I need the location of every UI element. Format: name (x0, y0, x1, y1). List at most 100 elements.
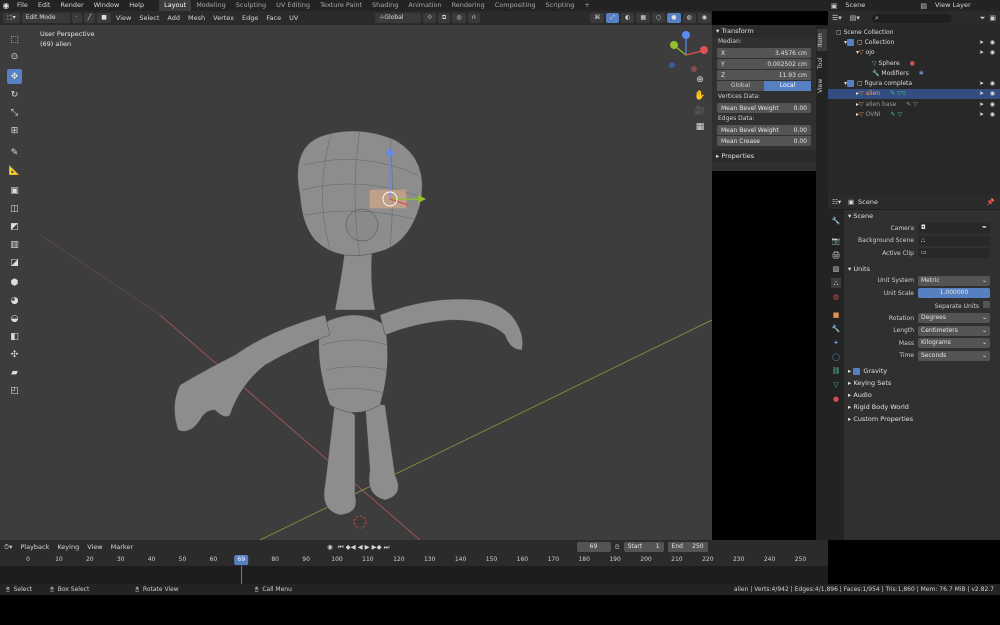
data-props-icon[interactable]: ▽ (831, 380, 841, 390)
rigid-body-world-section-header[interactable]: ▸ Rigid Body World (844, 401, 1000, 413)
shear-tool-icon[interactable]: ▰ (7, 365, 22, 380)
length-dropdown[interactable]: Centimeters ⌄ (918, 325, 990, 336)
shading-material-icon[interactable]: ◍ (682, 13, 696, 23)
select-arrow-icon[interactable]: ➤ (979, 49, 984, 56)
gravity-checkbox[interactable] (853, 367, 861, 375)
tab-sculpting[interactable]: Sculpting (231, 0, 271, 11)
tab-rendering[interactable]: Rendering (447, 0, 490, 11)
rotate-tool-icon[interactable]: ↻ (7, 87, 22, 102)
extrude-tool-icon[interactable]: ▣ (7, 183, 22, 198)
play-icon[interactable]: ▶ (364, 540, 371, 554)
next-keyframe-icon[interactable]: ▶◆ (371, 540, 383, 554)
global-button[interactable]: Global (717, 81, 764, 91)
outliner-row-ovni[interactable]: ▸ ▽ OVNI ✎ ▽ ➤ ◉ (828, 109, 1000, 119)
menu-help[interactable]: Help (124, 0, 149, 11)
keying-sets-section-header[interactable]: ▸ Keying Sets (844, 377, 1000, 389)
material-props-icon[interactable]: ● (831, 394, 841, 404)
menu-playback[interactable]: Playback (16, 540, 53, 554)
knife-tool-icon[interactable]: ◪ (7, 255, 22, 270)
bevel-tool-icon[interactable]: ◩ (7, 219, 22, 234)
prev-keyframe-icon[interactable]: ◆◀ (345, 540, 357, 554)
timeline-editor-icon[interactable]: ⏱▾ (0, 540, 16, 554)
shading-solid-icon[interactable]: ● (667, 13, 681, 23)
tab-compositing[interactable]: Compositing (490, 0, 541, 11)
editor-type-icon[interactable]: ☷▾ (832, 198, 841, 206)
world-props-icon[interactable]: ◍ (831, 292, 841, 302)
particles-props-icon[interactable]: ✦ (831, 338, 841, 348)
background-scene-field[interactable]: ⛬ (918, 235, 990, 246)
select-arrow-icon[interactable]: ➤ (979, 90, 984, 97)
outliner-row-sphere[interactable]: ▽ Sphere ● (828, 58, 1000, 68)
menu-face[interactable]: Face (262, 11, 285, 25)
3d-viewport[interactable]: User Perspective (69) alien ⊕ ✋ 🎥 ▦ (0, 25, 712, 540)
playhead-line[interactable] (241, 566, 243, 584)
snap-icon[interactable]: ⧉ (438, 13, 451, 23)
tab-tool[interactable]: Tool (817, 53, 827, 73)
tab-layout[interactable]: Layout (159, 0, 192, 11)
gravity-section-header[interactable]: ▸ Gravity (844, 365, 1000, 377)
select-box-tool-icon[interactable]: ⬚ (7, 32, 22, 47)
pan-hand-icon[interactable]: ✋ (694, 89, 706, 105)
output-props-icon[interactable]: 🖨 (831, 250, 841, 260)
include-checkbox[interactable] (847, 38, 855, 46)
new-collection-icon[interactable]: ▣ (989, 14, 996, 22)
tab-uv-editing[interactable]: UV Editing (271, 0, 315, 11)
select-vertex-mode-button[interactable]: · (71, 13, 82, 23)
shading-rendered-icon[interactable]: ◉ (697, 13, 711, 23)
edge-slide-tool-icon[interactable]: ◧ (7, 329, 22, 344)
cursor-tool-icon[interactable]: ⊙ (7, 49, 22, 64)
eye-icon[interactable]: ◉ (990, 90, 995, 97)
menu-uv[interactable]: UV (285, 11, 302, 25)
outliner-row-alien[interactable]: ▸ ▽ alien ✎ ▽▽ ➤ ◉ (828, 88, 1000, 100)
measure-tool-icon[interactable]: 📐 (7, 163, 22, 178)
inset-tool-icon[interactable]: ◫ (7, 201, 22, 216)
tab-scripting[interactable]: Scripting (541, 0, 580, 11)
separate-units-checkbox[interactable] (983, 301, 990, 309)
shading-wireframe-icon[interactable]: ○ (652, 13, 666, 23)
viewport-scene[interactable] (0, 25, 712, 540)
rotation-dropdown[interactable]: Degrees ⌄ (918, 313, 990, 324)
gizmo-toggle-icon[interactable]: ⤢ (606, 13, 620, 23)
smooth-tool-icon[interactable]: ◒ (7, 311, 22, 326)
object-props-icon[interactable]: ■ (831, 310, 841, 320)
eye-icon[interactable]: ◉ (990, 39, 995, 46)
filter-icon[interactable]: ⏷ (980, 14, 986, 23)
eye-icon[interactable]: ◉ (990, 49, 995, 56)
separate-units-toggle[interactable]: Separate Units (918, 301, 990, 310)
select-arrow-icon[interactable]: ➤ (979, 101, 984, 108)
median-z-field[interactable]: Z 11.93 cm (717, 70, 811, 80)
scene-props-icon[interactable]: ⛬ (831, 278, 841, 288)
physics-props-icon[interactable]: ◯ (831, 352, 841, 362)
custom-properties-section-header[interactable]: ▸ Custom Properties (844, 413, 1000, 425)
outliner-row-scene-collection[interactable]: ▢ Scene Collection (828, 27, 1000, 37)
view-object-types-icon[interactable]: ⌘ (590, 13, 605, 23)
preview-range-icon[interactable]: ⏲ (611, 540, 624, 554)
outliner-row-figura-completa[interactable]: ▾ ▢ figura completa ➤ ◉ (828, 78, 1000, 88)
mass-dropdown[interactable]: Kilograms ⌄ (918, 338, 990, 349)
overlays-icon[interactable]: ◐ (621, 13, 635, 23)
select-arrow-icon[interactable]: ➤ (979, 111, 984, 118)
timeline[interactable]: 0 10 20 30 40 50 60 80 90 100 110 120 130 140 150 160 17… (0, 554, 828, 584)
select-arrow-icon[interactable]: ➤ (979, 39, 984, 46)
time-dropdown[interactable]: Seconds ⌄ (918, 350, 990, 361)
menu-window[interactable]: Window (89, 0, 125, 11)
camera-view-icon[interactable]: 🎥 (694, 104, 706, 120)
scale-tool-icon[interactable]: ⤡ (7, 105, 22, 120)
loop-cut-tool-icon[interactable]: ▥ (7, 237, 22, 252)
tab-shading[interactable]: Shading (367, 0, 403, 11)
menu-render[interactable]: Render (55, 0, 88, 11)
outliner-row-collection[interactable]: ▾ ▢ Collection ➤ ◉ (828, 37, 1000, 47)
menu-file[interactable]: File (12, 0, 33, 11)
unit-system-dropdown[interactable]: Metric ⌄ (918, 275, 990, 286)
timeline-ruler[interactable]: 0 10 20 30 40 50 60 80 90 100 110 120 130 140 150 160 17… (0, 554, 828, 566)
properties-panel-header[interactable]: ▸ Properties (712, 150, 816, 162)
render-props-icon[interactable]: 📷 (831, 236, 841, 246)
record-icon[interactable]: ◉ (323, 540, 337, 554)
outliner-editor-icon[interactable]: ☰▾ (832, 14, 842, 22)
playhead-frame-label[interactable]: 69 (234, 555, 249, 565)
current-frame-field[interactable]: 69 (576, 542, 611, 552)
shrink-fatten-tool-icon[interactable]: ✣ (7, 347, 22, 362)
modifier-props-icon[interactable]: 🔧 (831, 324, 841, 334)
tab-animation[interactable]: Animation (403, 0, 446, 11)
menu-vertex[interactable]: Vertex (209, 11, 238, 25)
